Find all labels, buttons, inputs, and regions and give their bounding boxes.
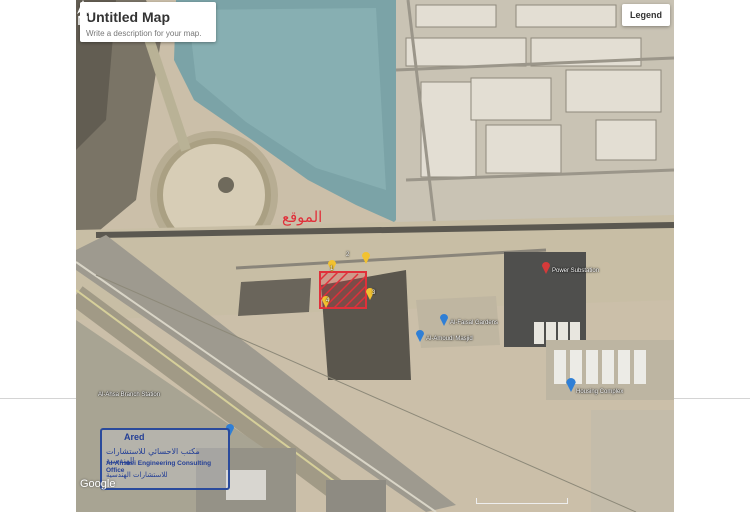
place-label: Power Substation [552, 268, 600, 274]
map-title-card[interactable]: Untitled Map Write a description for you… [80, 2, 216, 42]
corner-number-1: 1 [330, 266, 334, 272]
place-label: Al-Faisal Gardens [450, 320, 499, 326]
map-title[interactable]: Untitled Map [86, 9, 170, 25]
place-label: Housing Complex [576, 389, 624, 395]
stamp-line-1: Ared [124, 432, 145, 442]
office-stamp: Ared مكتب الاحسائي للاستشارات الهندسية A… [100, 428, 230, 490]
scale-bar [476, 498, 568, 504]
site-label: الموقع [282, 208, 323, 226]
google-logo: Google [80, 478, 116, 490]
corner-number-3: 3 [372, 290, 376, 296]
blue-pin-icon[interactable] [416, 330, 424, 342]
north-arrow-icon [77, 0, 89, 26]
blue-pin-icon[interactable] [566, 378, 576, 392]
satellite-map[interactable]: 1 2 3 4 Al-Faisal Gardens Al-Amoudi Masj… [76, 0, 674, 512]
legend-button[interactable]: Legend [622, 4, 670, 26]
map-description[interactable]: Write a description for your map. [86, 29, 201, 38]
red-pin-icon[interactable] [542, 262, 550, 274]
blue-pin-icon[interactable] [440, 314, 448, 326]
corner-number-2: 2 [346, 252, 350, 258]
corner-number-4: 4 [326, 298, 330, 304]
place-label: Al-Amoudi Masjid [426, 336, 473, 342]
place-label: Al-Ahsa Branch Station [98, 392, 161, 398]
corner-pin-2[interactable] [362, 252, 370, 264]
